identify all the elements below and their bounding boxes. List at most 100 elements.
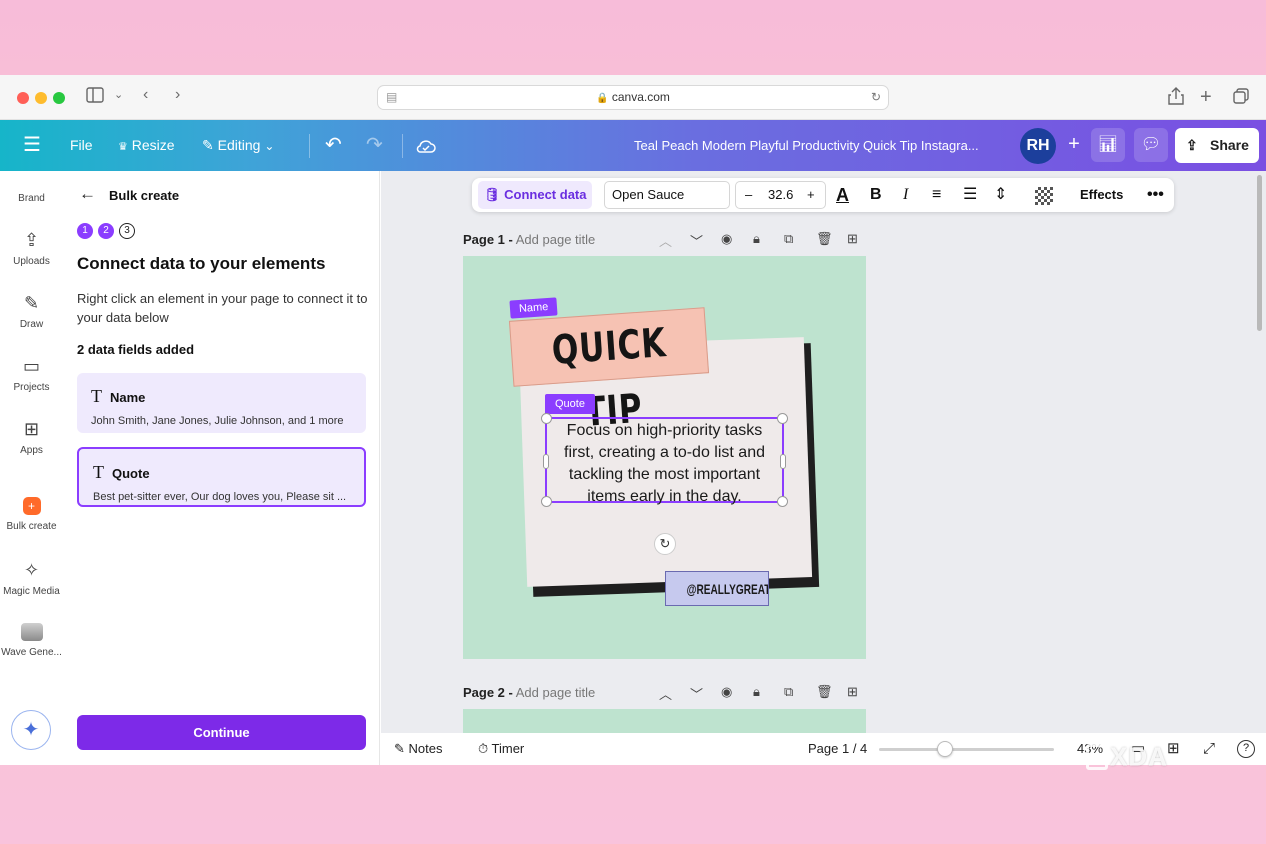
cloud-saved-icon[interactable] <box>416 120 436 171</box>
zoom-slider[interactable] <box>879 741 1054 757</box>
handle-badge[interactable]: @REALLYGREATSITE <box>665 571 769 606</box>
rail-item-draw[interactable]: ✎ Draw <box>0 293 63 330</box>
font-size-control[interactable]: – 32.6 + <box>735 181 826 209</box>
chevron-up-icon[interactable]: ︿ <box>659 684 672 703</box>
add-page-icon[interactable]: ⊞ <box>847 231 858 247</box>
quote-tag: Quote <box>545 394 595 414</box>
chevron-up-icon[interactable]: ︿ <box>659 231 672 250</box>
browser-window: ⌄ ‹ › 🔒 canva.com ▤ ↻ + ☰ File ♛ Resize … <box>0 75 1266 765</box>
rail-item-uploads[interactable]: ⇪ Uploads <box>0 230 63 267</box>
resize-label: Resize <box>131 137 175 153</box>
text-color-button[interactable]: A <box>836 178 849 212</box>
back-arrow-icon[interactable]: ← <box>79 184 96 204</box>
zoom-slider-handle[interactable] <box>937 741 953 757</box>
rail-item-projects[interactable]: ▭ Projects <box>0 356 63 393</box>
resize-handle[interactable] <box>777 496 788 507</box>
effects-button[interactable]: Effects <box>1080 178 1123 212</box>
design-page-2[interactable] <box>463 709 866 733</box>
bold-button[interactable]: B <box>870 178 882 212</box>
timer-icon: ⏱︎ <box>478 741 489 756</box>
file-menu[interactable]: File <box>70 120 93 171</box>
chevron-down-icon[interactable]: ﹀ <box>690 231 703 250</box>
reload-icon[interactable]: ↻ <box>871 86 881 109</box>
timer-button[interactable]: ⏱︎ Timer <box>478 733 524 765</box>
menu-icon[interactable]: ☰ <box>23 120 41 171</box>
close-window-button[interactable] <box>17 92 29 104</box>
trash-icon[interactable]: 🗑︎ <box>816 684 833 700</box>
grid-view-icon[interactable]: ⊞ <box>1167 733 1180 765</box>
comments-button[interactable]: 💬︎ <box>1134 128 1168 162</box>
data-field-card-name[interactable]: T Name John Smith, Jane Jones, Julie John… <box>77 373 366 433</box>
continue-button[interactable]: Continue <box>77 715 366 750</box>
decrease-size-button[interactable]: – <box>745 182 752 208</box>
vertical-scrollbar[interactable] <box>1257 175 1262 331</box>
notes-button[interactable]: ✎ Notes <box>394 733 443 765</box>
font-size-value[interactable]: 32.6 <box>768 182 793 208</box>
share-browser-icon[interactable] <box>1168 87 1184 110</box>
hide-icon[interactable]: ◉ <box>721 684 732 700</box>
document-title[interactable]: Teal Peach Modern Playful Productivity Q… <box>634 120 979 171</box>
handle-text[interactable]: @REALLYGREATSITE <box>687 572 768 605</box>
rail-item-brand[interactable]: Brand <box>0 193 63 204</box>
connect-data-button[interactable]: 🛢︎ Connect data <box>478 181 593 209</box>
lock-icon[interactable]: 🔒︎ <box>753 231 760 247</box>
share-button[interactable]: ⇪ Share <box>1175 128 1259 163</box>
minimize-window-button[interactable] <box>35 92 47 104</box>
magic-assistant-button[interactable]: ✦ <box>11 710 51 750</box>
insights-button[interactable]: 📊︎ <box>1091 128 1125 162</box>
spacing-icon[interactable]: ⇕ <box>994 178 1007 212</box>
fullscreen-icon[interactable]: ⤢ <box>1203 733 1215 765</box>
hide-icon[interactable]: ◉ <box>721 231 732 247</box>
tab-overview-icon[interactable] <box>1233 88 1249 109</box>
zoom-window-button[interactable] <box>53 92 65 104</box>
rail-item-apps[interactable]: ⊞ Apps <box>0 419 63 456</box>
data-field-card-quote[interactable]: T Quote Best pet-sitter ever, Our dog lov… <box>77 447 366 507</box>
side-handle[interactable] <box>543 454 549 469</box>
quote-text-box[interactable]: Focus on high-priority tasks first, crea… <box>541 413 788 507</box>
duplicate-icon[interactable]: ⧉ <box>784 231 793 247</box>
duplicate-icon[interactable]: ⧉ <box>784 684 793 700</box>
align-center-icon[interactable]: ≡ <box>932 178 941 212</box>
rotate-icon[interactable]: ↻ <box>654 533 676 555</box>
page-title-input[interactable]: Add page title <box>516 685 596 700</box>
more-options-icon[interactable]: ••• <box>1147 178 1164 212</box>
font-selector[interactable]: Open Sauce <box>604 181 730 209</box>
rail-item-magic-media[interactable]: ✧ Magic Media <box>0 560 63 597</box>
page-title-input[interactable]: Add page title <box>516 232 596 247</box>
headline-banner[interactable]: QUICK TIP <box>508 307 710 436</box>
redo-icon[interactable]: ↷ <box>366 120 383 171</box>
undo-icon[interactable]: ↶ <box>325 120 342 171</box>
quote-text[interactable]: Focus on high-priority tasks first, crea… <box>547 419 782 509</box>
transparency-icon[interactable] <box>1035 187 1053 205</box>
address-bar[interactable]: 🔒 canva.com ▤ ↻ <box>377 85 889 110</box>
back-icon[interactable]: ‹ <box>143 86 148 104</box>
trash-icon[interactable]: 🗑︎ <box>816 231 833 247</box>
avatar[interactable]: RH <box>1020 128 1056 164</box>
chevron-down-icon[interactable]: ⌄ <box>114 88 123 101</box>
resize-handle[interactable] <box>777 413 788 424</box>
design-page-1[interactable]: QUICK TIP Name Quote Focus on high-prior… <box>463 256 866 659</box>
resize-handle[interactable] <box>541 413 552 424</box>
increase-size-button[interactable]: + <box>807 182 815 208</box>
list-icon[interactable]: ☰ <box>963 178 977 212</box>
resize-button[interactable]: ♛ Resize <box>118 120 175 171</box>
side-handle[interactable] <box>780 454 786 469</box>
add-collaborator-button[interactable]: + <box>1058 128 1090 160</box>
add-page-icon[interactable]: ⊞ <box>847 684 858 700</box>
new-tab-icon[interactable]: + <box>1200 86 1212 109</box>
pen-icon: ✎ <box>23 293 40 313</box>
sidebar-toggle-icon[interactable] <box>86 87 104 108</box>
forward-icon[interactable]: › <box>175 86 180 104</box>
italic-button[interactable]: I <box>903 178 908 212</box>
resize-handle[interactable] <box>541 496 552 507</box>
rail-label: Projects <box>13 382 50 393</box>
help-icon[interactable]: ? <box>1237 740 1255 758</box>
page-indicator[interactable]: Page 1 / 4 <box>808 733 867 765</box>
rail-item-bulk-create[interactable]: + Bulk create <box>0 497 63 532</box>
rail-item-wave[interactable]: Wave Gene... <box>0 623 63 658</box>
panel-instructions: Right click an element in your page to c… <box>77 291 368 325</box>
chevron-down-icon[interactable]: ﹀ <box>690 684 703 703</box>
lock-icon[interactable]: 🔒︎ <box>753 684 760 700</box>
xda-logo-text: XDA <box>1110 741 1168 772</box>
editing-mode-button[interactable]: ✎ Editing ⌄ <box>202 120 274 171</box>
